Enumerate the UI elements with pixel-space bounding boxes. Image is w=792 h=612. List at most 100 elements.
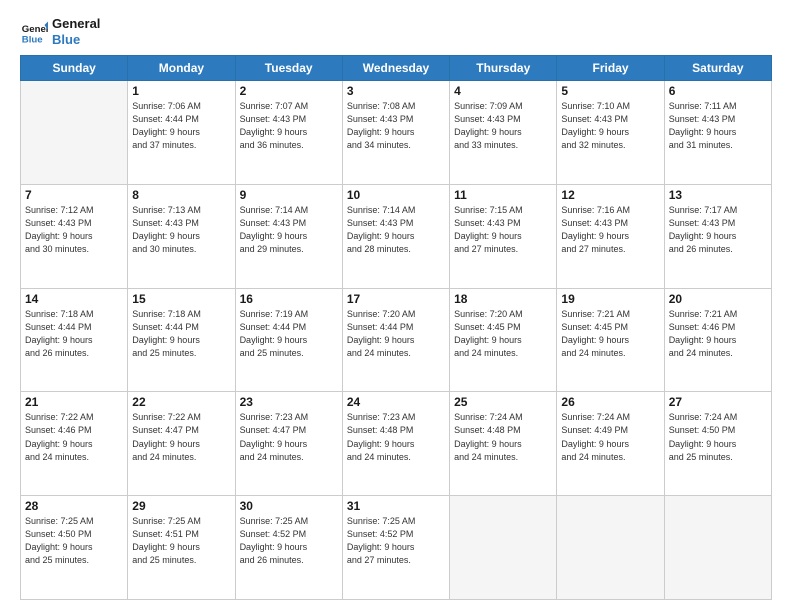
- calendar-cell: 14 Sunrise: 7:18 AMSunset: 4:44 PMDayligh…: [21, 288, 128, 392]
- calendar-cell: [21, 81, 128, 185]
- calendar-cell: 21Sunrise: 7:22 AMSunset: 4:46 PMDayligh…: [21, 392, 128, 496]
- cell-info: Sunrise: 7:15 AMSunset: 4:43 PMDaylight:…: [454, 204, 552, 256]
- cell-info: Sunrise: 7:24 AMSunset: 4:50 PMDaylight:…: [669, 411, 767, 463]
- calendar-cell: 24 Sunrise: 7:23 AMSunset: 4:48 PMDayligh…: [342, 392, 449, 496]
- calendar-cell: 30 Sunrise: 7:25 AMSunset: 4:52 PMDayligh…: [235, 496, 342, 600]
- day-number: 24: [347, 395, 445, 409]
- cell-info: Sunrise: 7:12 AMSunset: 4:43 PMDaylight:…: [25, 204, 123, 256]
- cell-info: Sunrise: 7:16 AMSunset: 4:43 PMDaylight:…: [561, 204, 659, 256]
- cell-info: Sunrise: 7:09 AMSunset: 4:43 PMDaylight:…: [454, 100, 552, 152]
- svg-text:Blue: Blue: [22, 34, 43, 45]
- day-number: 4: [454, 84, 552, 98]
- day-number: 9: [240, 188, 338, 202]
- calendar-cell: 6 Sunrise: 7:11 AMSunset: 4:43 PMDaylight…: [664, 81, 771, 185]
- cell-info: Sunrise: 7:19 AMSunset: 4:44 PMDaylight:…: [240, 308, 338, 360]
- cell-info: Sunrise: 7:17 AMSunset: 4:43 PMDaylight:…: [669, 204, 767, 256]
- day-number: 17: [347, 292, 445, 306]
- day-number: 8: [132, 188, 230, 202]
- calendar-week-2: 7 Sunrise: 7:12 AMSunset: 4:43 PMDaylight…: [21, 184, 772, 288]
- calendar-body: 1Sunrise: 7:06 AMSunset: 4:44 PMDaylight…: [21, 81, 772, 600]
- day-number: 10: [347, 188, 445, 202]
- calendar-cell: 22 Sunrise: 7:22 AMSunset: 4:47 PMDayligh…: [128, 392, 235, 496]
- calendar-cell: 10Sunrise: 7:14 AMSunset: 4:43 PMDayligh…: [342, 184, 449, 288]
- calendar-cell: [557, 496, 664, 600]
- calendar-cell: 9 Sunrise: 7:14 AMSunset: 4:43 PMDaylight…: [235, 184, 342, 288]
- day-number: 18: [454, 292, 552, 306]
- day-number: 25: [454, 395, 552, 409]
- calendar-cell: [450, 496, 557, 600]
- calendar-cell: [664, 496, 771, 600]
- logo-text: General Blue: [52, 16, 100, 47]
- logo-icon: General Blue: [20, 18, 48, 46]
- cell-info: Sunrise: 7:25 AMSunset: 4:51 PMDaylight:…: [132, 515, 230, 567]
- day-number: 22: [132, 395, 230, 409]
- cell-info: Sunrise: 7:20 AMSunset: 4:45 PMDaylight:…: [454, 308, 552, 360]
- day-number: 29: [132, 499, 230, 513]
- day-number: 28: [25, 499, 123, 513]
- cell-info: Sunrise: 7:10 AMSunset: 4:43 PMDaylight:…: [561, 100, 659, 152]
- day-number: 30: [240, 499, 338, 513]
- cell-info: Sunrise: 7:20 AMSunset: 4:44 PMDaylight:…: [347, 308, 445, 360]
- cell-info: Sunrise: 7:25 AMSunset: 4:52 PMDaylight:…: [240, 515, 338, 567]
- day-header-saturday: Saturday: [664, 56, 771, 81]
- calendar-cell: 29 Sunrise: 7:25 AMSunset: 4:51 PMDayligh…: [128, 496, 235, 600]
- day-number: 6: [669, 84, 767, 98]
- cell-info: Sunrise: 7:18 AMSunset: 4:44 PMDaylight:…: [25, 308, 123, 360]
- cell-info: Sunrise: 7:21 AMSunset: 4:46 PMDaylight:…: [669, 308, 767, 360]
- logo: General Blue General Blue: [20, 16, 100, 47]
- cell-info: Sunrise: 7:22 AMSunset: 4:46 PMDaylight:…: [25, 411, 123, 463]
- calendar-cell: 28 Sunrise: 7:25 AMSunset: 4:50 PMDayligh…: [21, 496, 128, 600]
- calendar-table: SundayMondayTuesdayWednesdayThursdayFrid…: [20, 55, 772, 600]
- day-number: 3: [347, 84, 445, 98]
- day-number: 26: [561, 395, 659, 409]
- day-header-friday: Friday: [557, 56, 664, 81]
- calendar-cell: 19Sunrise: 7:21 AMSunset: 4:45 PMDayligh…: [557, 288, 664, 392]
- cell-info: Sunrise: 7:18 AMSunset: 4:44 PMDaylight:…: [132, 308, 230, 360]
- calendar-week-3: 14 Sunrise: 7:18 AMSunset: 4:44 PMDayligh…: [21, 288, 772, 392]
- header: General Blue General Blue: [20, 16, 772, 47]
- day-number: 31: [347, 499, 445, 513]
- day-number: 14: [25, 292, 123, 306]
- cell-info: Sunrise: 7:24 AMSunset: 4:48 PMDaylight:…: [454, 411, 552, 463]
- cell-info: Sunrise: 7:06 AMSunset: 4:44 PMDaylight:…: [132, 100, 230, 152]
- cell-info: Sunrise: 7:08 AMSunset: 4:43 PMDaylight:…: [347, 100, 445, 152]
- day-number: 16: [240, 292, 338, 306]
- cell-info: Sunrise: 7:24 AMSunset: 4:49 PMDaylight:…: [561, 411, 659, 463]
- calendar-cell: 31 Sunrise: 7:25 AMSunset: 4:52 PMDayligh…: [342, 496, 449, 600]
- day-header-sunday: Sunday: [21, 56, 128, 81]
- day-number: 19: [561, 292, 659, 306]
- svg-text:General: General: [22, 24, 48, 35]
- calendar-cell: 23Sunrise: 7:23 AMSunset: 4:47 PMDayligh…: [235, 392, 342, 496]
- day-header-thursday: Thursday: [450, 56, 557, 81]
- day-number: 15: [132, 292, 230, 306]
- calendar-cell: 3 Sunrise: 7:08 AMSunset: 4:43 PMDaylight…: [342, 81, 449, 185]
- page: General Blue General Blue SundayMondayTu…: [0, 0, 792, 612]
- cell-info: Sunrise: 7:14 AMSunset: 4:43 PMDaylight:…: [240, 204, 338, 256]
- cell-info: Sunrise: 7:25 AMSunset: 4:52 PMDaylight:…: [347, 515, 445, 567]
- day-header-monday: Monday: [128, 56, 235, 81]
- calendar-cell: 12 Sunrise: 7:16 AMSunset: 4:43 PMDayligh…: [557, 184, 664, 288]
- day-number: 2: [240, 84, 338, 98]
- day-number: 12: [561, 188, 659, 202]
- cell-info: Sunrise: 7:22 AMSunset: 4:47 PMDaylight:…: [132, 411, 230, 463]
- calendar-cell: 17 Sunrise: 7:20 AMSunset: 4:44 PMDayligh…: [342, 288, 449, 392]
- day-number: 11: [454, 188, 552, 202]
- calendar-cell: 5 Sunrise: 7:10 AMSunset: 4:43 PMDaylight…: [557, 81, 664, 185]
- day-number: 5: [561, 84, 659, 98]
- cell-info: Sunrise: 7:23 AMSunset: 4:48 PMDaylight:…: [347, 411, 445, 463]
- cell-info: Sunrise: 7:23 AMSunset: 4:47 PMDaylight:…: [240, 411, 338, 463]
- calendar-cell: 11 Sunrise: 7:15 AMSunset: 4:43 PMDayligh…: [450, 184, 557, 288]
- day-number: 20: [669, 292, 767, 306]
- calendar-cell: 16 Sunrise: 7:19 AMSunset: 4:44 PMDayligh…: [235, 288, 342, 392]
- calendar-week-4: 21Sunrise: 7:22 AMSunset: 4:46 PMDayligh…: [21, 392, 772, 496]
- cell-info: Sunrise: 7:13 AMSunset: 4:43 PMDaylight:…: [132, 204, 230, 256]
- calendar-cell: 27Sunrise: 7:24 AMSunset: 4:50 PMDayligh…: [664, 392, 771, 496]
- calendar-cell: 20 Sunrise: 7:21 AMSunset: 4:46 PMDayligh…: [664, 288, 771, 392]
- calendar-week-5: 28 Sunrise: 7:25 AMSunset: 4:50 PMDayligh…: [21, 496, 772, 600]
- cell-info: Sunrise: 7:25 AMSunset: 4:50 PMDaylight:…: [25, 515, 123, 567]
- day-number: 13: [669, 188, 767, 202]
- day-number: 7: [25, 188, 123, 202]
- calendar-cell: 7 Sunrise: 7:12 AMSunset: 4:43 PMDaylight…: [21, 184, 128, 288]
- cell-info: Sunrise: 7:11 AMSunset: 4:43 PMDaylight:…: [669, 100, 767, 152]
- day-header-wednesday: Wednesday: [342, 56, 449, 81]
